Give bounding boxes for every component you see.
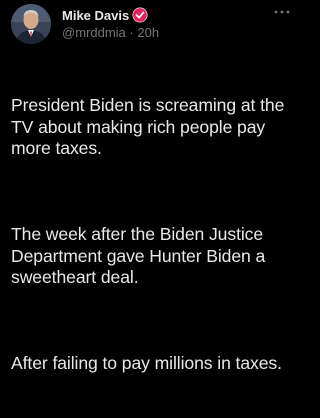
author-handle[interactable]: @mrddmia: [62, 25, 126, 40]
avatar-image: [11, 4, 51, 44]
handle-line: @mrddmia · 20h: [62, 25, 159, 40]
tweet-paragraph-1: President Biden is screaming at the TV a…: [11, 95, 289, 158]
tweet-paragraph-2: The week after the Biden Justice Departm…: [11, 224, 271, 287]
timestamp[interactable]: 20h: [137, 25, 159, 40]
avatar[interactable]: [11, 4, 51, 44]
separator-dot: ·: [129, 25, 134, 40]
more-options-icon[interactable]: [272, 6, 292, 18]
tweet[interactable]: Mike Davis @mrddmia · 20h President Bide…: [0, 0, 300, 373]
tweet-paragraph-3: After failing to pay millions in taxes.: [11, 353, 282, 373]
author-name[interactable]: Mike Davis: [62, 8, 129, 23]
tweet-text: President Biden is screaming at the TV a…: [11, 52, 297, 418]
verified-badge-icon: [132, 7, 148, 23]
